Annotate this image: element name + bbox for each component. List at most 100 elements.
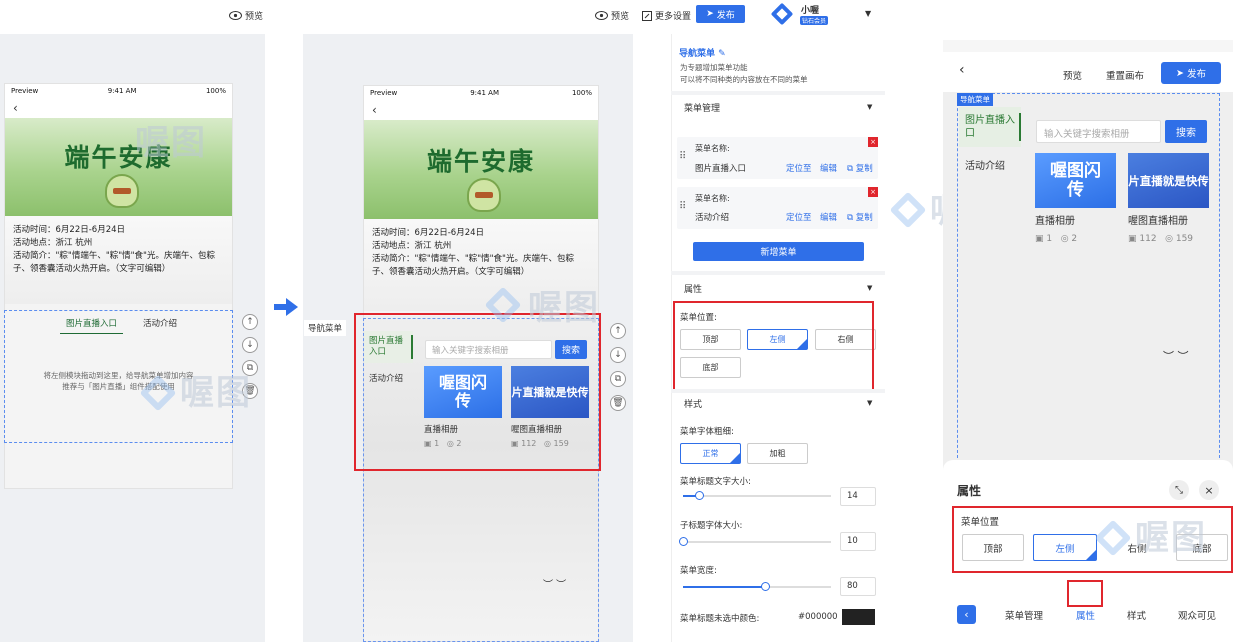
sub-size-knob[interactable] [679,537,688,546]
mobile-album-card-1-stats: ▣ 1 ◎ 2 [1035,234,1078,244]
back-icon[interactable]: ‹ [372,103,377,117]
highlight-box-nav-menu [354,313,601,471]
tab-activity[interactable]: 活动介绍 [143,317,177,334]
user-dropdown-icon[interactable]: ▼ [865,9,871,18]
status-battery: 100% [205,87,226,95]
collapse-icon[interactable]: ▼ [867,284,872,292]
sheet-collapse-icon[interactable]: ⤡ [1169,480,1189,500]
remove-icon[interactable]: × [868,137,878,147]
mobile-album-card-2-title: 喔图直播相册 [1128,216,1188,227]
title-size-input[interactable]: 14 [840,487,876,506]
fw-normal-option[interactable]: 正常 [680,443,741,464]
birds-icon: ︶ ︶ [1163,350,1189,363]
watermark-logo [889,191,927,229]
event-info: 活动时间：6月22日-6月24日 活动地点：浙江 杭州 活动简介："粽"情端午、… [5,216,232,304]
birds-icon: ︶ ︶ [543,580,567,591]
remove-icon[interactable]: × [868,187,878,197]
drag-handle-icon[interactable]: ⠿ [679,151,686,162]
mobile-nav-tag: 导航菜单 [957,93,993,106]
watermark-text: 喔图 [528,288,600,328]
item-label: 菜单名称: [695,194,730,203]
section-style[interactable]: 样式 [684,397,702,410]
publish-button[interactable]: ➤ 发布 [696,5,745,23]
mobile-album-card-2-cover[interactable]: 片直播就是快传 [1128,153,1209,208]
tab-style[interactable]: 样式 [1127,608,1146,622]
mobile-publish-button[interactable]: ➤ 发布 [1161,62,1221,84]
width-input[interactable]: 80 [840,577,876,596]
mobile-menu-item-2[interactable]: 活动介绍 [965,157,1005,172]
sub-size-slider[interactable] [683,541,831,543]
width-knob[interactable] [761,582,770,591]
edit-link[interactable]: 编辑 [820,211,837,223]
flow-arrow-bar [274,304,287,310]
mobile-nav-menu-component[interactable] [957,93,1220,463]
status-bar: Preview 9:41 AM 100% [364,86,598,100]
divider [671,271,885,275]
mobile-album-card-1-cover[interactable]: 喔图闪传 [1035,153,1116,208]
title-size-slider[interactable] [683,495,831,497]
tab-attr[interactable]: 属性 [1076,608,1095,622]
delete-button[interactable]: 🗑 [610,395,626,411]
fw-bold-option[interactable]: 加粗 [747,443,808,464]
preview-button[interactable]: 预览 [229,9,263,22]
drag-handle-icon[interactable]: ⠿ [679,201,686,212]
info-time: 活动时间：6月22日-6月24日 [13,225,126,235]
collapse-icon[interactable]: ▼ [867,103,872,111]
preview-button-2[interactable]: 预览 [595,9,629,22]
watermark-text: 喔图 [1135,518,1207,558]
tab-visible[interactable]: 观众可见 [1178,608,1216,622]
more-settings-button[interactable]: 更多设置 [642,9,691,22]
menu-item-card-1[interactable]: ⠿ 菜单名称: 图片直播入口 定位至 编辑 ⧉ 复制 × [677,137,878,179]
tab-photo-live[interactable]: 图片直播入口 [59,317,123,334]
mobile-search-button[interactable]: 搜索 [1165,120,1207,143]
festival-banner: 端午安康 [364,120,598,219]
section-attr[interactable]: 属性 [684,282,702,295]
font-weight-label: 菜单字体粗细: [680,427,734,437]
sheet-close-icon[interactable]: × [1199,480,1219,500]
copy-link-label: 复制 [855,213,873,223]
back-icon[interactable]: ‹ [13,101,18,115]
mobile-reset-button[interactable]: 重置画布 [1106,68,1144,82]
mobile-search-input[interactable]: 输入关键字搜索相册 [1036,120,1161,143]
color-swatch[interactable] [842,609,875,625]
copy-link[interactable]: ⧉ 复制 [847,211,873,223]
status-battery: 100% [571,89,592,97]
status-bar: Preview 9:41 AM 100% [5,84,232,98]
move-down-button[interactable]: ↓ [242,337,258,353]
zongzi-image [467,178,501,212]
nav-menu-tag: 导航菜单 [304,320,347,336]
mobile-menu-item-1[interactable]: 图片直播入口 [959,107,1021,147]
pencil-icon[interactable]: ✎ [718,49,726,59]
status-time: 9:41 AM [470,89,499,97]
copy-button[interactable]: ⧉ [610,371,626,387]
move-up-button[interactable]: ↑ [610,323,626,339]
item-label: 菜单名称: [695,144,730,153]
more-settings-label: 更多设置 [655,12,692,22]
item-name: 图片直播入口 [695,164,747,174]
section-menu-mgmt[interactable]: 菜单管理 [684,101,720,114]
mobile-album-card-1-title: 直播相册 [1035,216,1075,227]
mobile-menu-item-1-label: 图片直播入口 [965,115,1015,139]
mobile-statusbar [943,40,1233,52]
move-up-button[interactable]: ↑ [242,314,258,330]
edit-link[interactable]: 编辑 [820,162,837,174]
copy-link[interactable]: ⧉ 复制 [847,162,873,174]
locate-link[interactable]: 定位至 [786,162,812,174]
collapse-icon[interactable]: ▼ [867,399,872,407]
move-down-button[interactable]: ↓ [610,347,626,363]
user-badge: 钻石会员 [800,16,829,25]
add-menu-button[interactable]: 新增菜单 [693,242,864,261]
mobile-preview-button[interactable]: 预览 [1063,68,1082,82]
mobile-back-icon[interactable]: ‹ [959,62,965,78]
tab-menu-mgmt[interactable]: 菜单管理 [1005,608,1043,622]
divider [671,91,885,95]
sub-size-input[interactable]: 10 [840,532,876,551]
mobile-card1-photos: 1 [1046,234,1053,244]
locate-link[interactable]: 定位至 [786,211,812,223]
mobile-card2-photos: 112 [1139,234,1157,244]
sheet-back-button[interactable]: ‹ [957,605,976,624]
menu-item-card-2[interactable]: ⠿ 菜单名称: 活动介绍 定位至 编辑 ⧉ 复制 × [677,187,878,229]
mobile-album-card-2-stats: ▣ 112 ◎ 159 [1128,234,1194,244]
flow-arrow-icon [286,298,298,316]
title-size-knob[interactable] [695,491,704,500]
